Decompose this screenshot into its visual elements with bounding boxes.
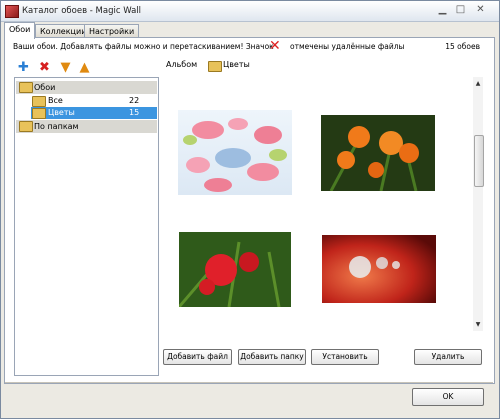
album-link[interactable]: Альбом [166,60,197,69]
hint-tail-text: отмечены удалённые файлы [290,42,405,51]
close-icon[interactable]: ✕ [473,3,488,17]
orange-lilies-image [321,115,435,191]
tab-settings[interactable]: Настройки [84,24,140,38]
delete-icon[interactable]: ✖ [37,60,52,75]
water-drop-thumbnail[interactable] [322,235,436,303]
wallpaper-count: 15 обоев [445,42,480,51]
category-tree[interactable]: Обои Все 22 Цветы 15 По папкам [14,77,159,376]
thumbnail-gallery[interactable] [160,77,471,331]
folder-icon [208,61,222,72]
flower-pattern-thumbnail[interactable] [178,110,292,195]
folder-icon [19,121,33,132]
ok-button[interactable]: OK [412,388,484,406]
minimize-icon[interactable]: ▁ [435,3,450,17]
red-lily-thumbnail[interactable] [179,232,291,307]
orange-lilies-thumbnail[interactable] [321,115,435,191]
maximize-icon[interactable]: □ [453,3,468,17]
red-lily-image [179,232,291,307]
current-folder-link[interactable]: Цветы [223,60,250,69]
add-icon[interactable]: ✚ [16,60,31,75]
folder-icon [19,82,33,93]
footer-divider [5,382,493,383]
water-drop-image [322,235,436,303]
gallery-scrollbar[interactable]: ▲ ▼ [473,77,484,331]
add-folder-button[interactable]: Добавить папку [238,349,306,365]
add-files-button[interactable]: Добавить файл [163,349,232,365]
move-down-icon[interactable]: ▼ [58,60,73,75]
scrollbar-thumb[interactable] [474,135,484,187]
delete-button[interactable]: Удалить [414,349,482,365]
scroll-down-icon[interactable]: ▼ [473,320,483,330]
flower-pattern-image [183,118,287,192]
tab-wallpapers[interactable]: Обои [4,22,36,39]
move-up-icon[interactable]: ▲ [77,60,92,75]
tree-group-wallpapers[interactable]: Обои [16,81,157,94]
window-title: Каталог обоев - Magic Wall [22,6,142,16]
title-bar[interactable]: Каталог обоев - Magic Wall ▁ □ ✕ [1,1,499,22]
folder-icon [32,108,46,119]
deleted-mark-icon: ✕ [269,38,281,54]
set-wallpaper-button[interactable]: Установить [311,349,379,365]
scroll-up-icon[interactable]: ▲ [473,79,483,89]
tab-collections[interactable]: Коллекции [35,24,92,38]
app-icon [5,5,19,18]
hint-text: Ваши обои. Добавлять файлы можно и перет… [13,42,274,51]
tree-item-flowers[interactable]: Цветы 15 [31,107,157,119]
folder-icon [32,96,46,107]
tree-group-by-folders[interactable]: По папкам [16,120,157,133]
tree-item-all[interactable]: Все 22 [31,95,157,107]
